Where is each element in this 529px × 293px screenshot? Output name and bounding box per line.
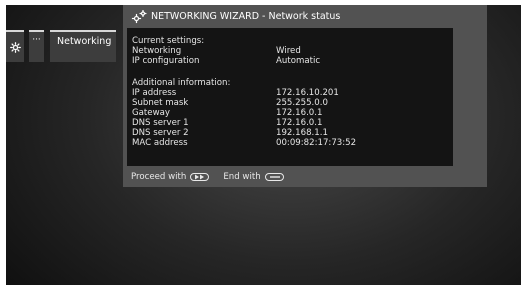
networking-label: Networking xyxy=(57,36,112,47)
info-row-dns-server-2: DNS server 2 192.168.1.1 xyxy=(132,128,453,138)
info-row-dns-server-1: DNS server 1 172.16.0.1 xyxy=(132,118,453,128)
info-row-ip-address: IP address 172.16.10.201 xyxy=(132,88,453,98)
info-value: 172.16.0.1 xyxy=(276,118,323,128)
info-label: IP address xyxy=(132,88,177,98)
info-label: MAC address xyxy=(132,138,188,148)
setting-label: Networking xyxy=(132,46,182,56)
setting-row-networking: Networking Wired xyxy=(132,46,453,56)
wizard-title: NETWORKING WIZARD - Network status xyxy=(151,11,341,22)
setting-row-ip-configuration: IP configuration Automatic xyxy=(132,56,453,66)
info-label: DNS server 2 xyxy=(132,128,189,138)
gears-icon xyxy=(131,9,147,23)
proceed-label: Proceed with xyxy=(131,172,187,182)
additional-information-heading: Additional information: xyxy=(132,78,231,88)
fast-forward-key-icon xyxy=(190,173,210,181)
info-value: 172.16.10.201 xyxy=(276,88,339,98)
frame-top xyxy=(0,0,529,5)
network-status-content: Current settings: Networking Wired IP co… xyxy=(127,28,453,166)
info-label: DNS server 1 xyxy=(132,118,189,128)
setting-value: Automatic xyxy=(276,56,321,66)
end-label: End with xyxy=(223,172,261,182)
more-menu-item[interactable]: ··· xyxy=(29,30,44,62)
frame-left xyxy=(0,0,6,293)
info-row-subnet-mask: Subnet mask 255.255.0.0 xyxy=(132,98,453,108)
more-label: ··· xyxy=(32,35,41,45)
setting-label: IP configuration xyxy=(132,56,200,66)
info-row-gateway: Gateway 172.16.0.1 xyxy=(132,108,453,118)
wizard-title-bar: NETWORKING WIZARD - Network status xyxy=(123,5,487,28)
gear-icon xyxy=(9,41,21,53)
tv-screen: ··· Networking NETWORKING WIZARD - Netwo… xyxy=(0,0,529,293)
wizard-footer: Proceed with End with xyxy=(131,170,284,184)
info-row-mac-address: MAC address 00:09:82:17:73:52 xyxy=(132,138,453,148)
info-value: 00:09:82:17:73:52 xyxy=(276,138,357,148)
frame-bottom xyxy=(0,285,529,293)
frame-right xyxy=(521,0,529,293)
info-label: Subnet mask xyxy=(132,98,189,108)
info-label: Gateway xyxy=(132,108,170,118)
networking-wizard-dialog: NETWORKING WIZARD - Network status Curre… xyxy=(123,5,487,187)
settings-menu-item[interactable] xyxy=(6,30,24,62)
current-settings-heading: Current settings: xyxy=(132,36,205,46)
back-key-icon xyxy=(264,173,284,181)
setting-value: Wired xyxy=(276,46,301,56)
networking-menu-item[interactable]: Networking xyxy=(50,30,116,62)
info-value: 192.168.1.1 xyxy=(276,128,328,138)
info-value: 255.255.0.0 xyxy=(276,98,328,108)
info-value: 172.16.0.1 xyxy=(276,108,323,118)
